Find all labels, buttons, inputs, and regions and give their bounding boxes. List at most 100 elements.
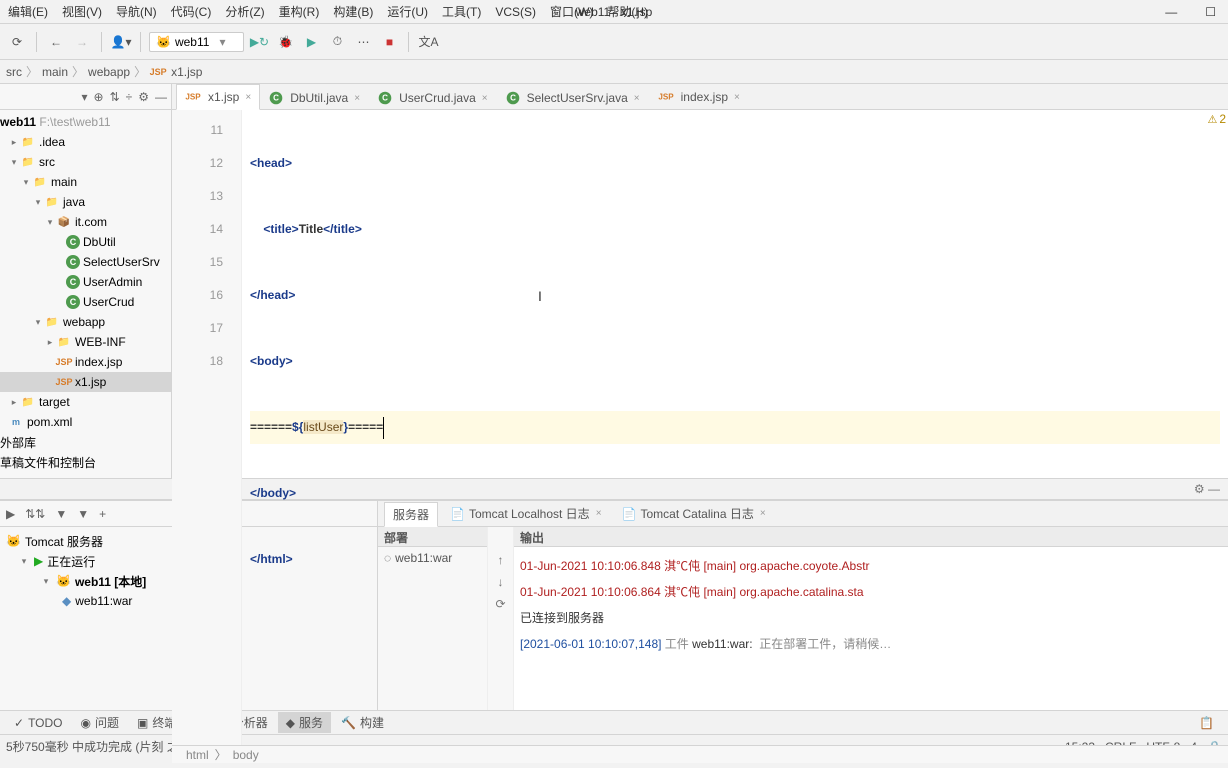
tab-usercrud[interactable]: CUserCrud.java× xyxy=(369,86,497,109)
tab-x1jsp[interactable]: JSPx1.jsp× xyxy=(176,84,260,110)
class-icon: C xyxy=(379,92,392,105)
toolbar: ⟳ ← → 👤▾ 🐱 web11 ▾ ▶↻ 🐞 ▶ ⏱ ⋯ ■ 文A xyxy=(0,24,1228,60)
add-config-icon[interactable]: 👤▾ xyxy=(110,31,132,53)
jsp-icon: JSP xyxy=(150,64,166,80)
gutter: 11121314 15161718 xyxy=(172,110,242,745)
tree-indexjsp[interactable]: index.jsp xyxy=(75,355,122,369)
close-icon[interactable]: × xyxy=(354,93,360,104)
forward-icon[interactable]: → xyxy=(71,31,93,53)
project-dropdown-icon[interactable]: ▾ xyxy=(81,90,87,104)
menu-edit[interactable]: 编辑(E) xyxy=(4,1,52,22)
class-icon: C xyxy=(66,295,80,309)
folder-icon: 📁 xyxy=(20,134,36,150)
close-icon[interactable]: × xyxy=(245,92,251,103)
menu-refactor[interactable]: 重构(R) xyxy=(275,1,324,22)
run-icon[interactable]: ▶↻ xyxy=(248,31,270,53)
coverage-icon[interactable]: ▶ xyxy=(300,31,322,53)
tree-webapp[interactable]: webapp xyxy=(63,315,105,329)
tree-main[interactable]: main xyxy=(51,175,77,189)
code-area[interactable]: 11121314 15161718 <head> <title>Title</t… xyxy=(172,110,1228,745)
profile-icon[interactable]: ⏱ xyxy=(326,31,348,53)
menu-tools[interactable]: 工具(T) xyxy=(438,1,485,22)
menu-build[interactable]: 构建(B) xyxy=(329,1,377,22)
class-icon: C xyxy=(66,255,80,269)
hide-icon[interactable]: — xyxy=(155,90,167,104)
tree-useradmin[interactable]: UserAdmin xyxy=(83,275,142,289)
class-icon: C xyxy=(66,235,80,249)
project-tree[interactable]: web11 F:\test\web11 ▸📁.idea ▾📁src ▾📁main… xyxy=(0,110,171,478)
add-icon[interactable]: + xyxy=(99,507,106,521)
tree-extlib[interactable]: 外部库 xyxy=(0,434,36,451)
collapse-icon[interactable]: ÷ xyxy=(126,90,133,104)
filter-icon[interactable]: ⇅⇅ xyxy=(25,507,45,521)
crumb-src[interactable]: src xyxy=(6,65,22,79)
class-icon: C xyxy=(66,275,80,289)
crumb-file[interactable]: x1.jsp xyxy=(171,65,202,79)
run-config-selector[interactable]: 🐱 web11 ▾ xyxy=(149,32,244,52)
jsp-icon: JSP xyxy=(186,90,200,104)
tree-usercrud[interactable]: UserCrud xyxy=(83,295,134,309)
tree-root-path: F:\test\web11 xyxy=(39,115,110,129)
class-icon: C xyxy=(506,92,519,105)
run-artifact[interactable]: web11:war xyxy=(75,594,132,608)
translate-icon[interactable]: 文A xyxy=(417,31,439,53)
close-icon[interactable]: × xyxy=(734,92,740,103)
menu-run[interactable]: 运行(U) xyxy=(383,1,432,22)
crumb-main[interactable]: main xyxy=(42,65,68,79)
run-status[interactable]: 正在运行 xyxy=(47,553,95,570)
tab-issues[interactable]: ◉问题 xyxy=(73,712,128,733)
run-web11[interactable]: web11 [本地] xyxy=(75,573,146,590)
tree-pkg[interactable]: it.com xyxy=(75,215,107,229)
run-tomcat-label[interactable]: Tomcat 服务器 xyxy=(25,533,103,550)
folder-icon: 📁 xyxy=(56,334,72,350)
crumb-webapp[interactable]: webapp xyxy=(88,65,130,79)
tree-view-icon[interactable]: ▼ xyxy=(55,507,67,521)
filter2-icon[interactable]: ▼ xyxy=(77,507,89,521)
folder-icon: 📁 xyxy=(32,174,48,190)
back-icon[interactable]: ← xyxy=(45,31,67,53)
artifact-icon: ◆ xyxy=(62,594,71,608)
tree-console[interactable]: 草稿文件和控制台 xyxy=(0,454,96,471)
tree-target[interactable]: target xyxy=(39,395,70,409)
debug-icon[interactable]: 🐞 xyxy=(274,31,296,53)
menu-analyze[interactable]: 分析(Z) xyxy=(221,1,268,22)
tab-selectusersrv[interactable]: CSelectUserSrv.java× xyxy=(497,86,649,109)
tree-pomxml[interactable]: pom.xml xyxy=(27,415,72,429)
close-icon[interactable]: × xyxy=(482,93,488,104)
tree-java[interactable]: java xyxy=(63,195,85,209)
menu-navigate[interactable]: 导航(N) xyxy=(112,1,161,22)
menu-code[interactable]: 代码(C) xyxy=(167,1,216,22)
rerun-icon[interactable]: ▶ xyxy=(6,507,15,521)
tree-selectusersrv[interactable]: SelectUserSrv xyxy=(83,255,160,269)
structure-breadcrumb[interactable]: html〉body xyxy=(172,745,1228,763)
tree-x1jsp[interactable]: x1.jsp xyxy=(75,375,106,389)
code-text[interactable]: <head> <title>Title</title> </head> <bod… xyxy=(242,110,1228,745)
todo-icon: ✓ xyxy=(14,716,24,730)
tree-idea[interactable]: .idea xyxy=(39,135,65,149)
stop-icon[interactable]: ■ xyxy=(378,31,400,53)
folder-icon: 📁 xyxy=(20,154,36,170)
attach-icon[interactable]: ⋯ xyxy=(352,31,374,53)
tomcat-icon: 🐱 xyxy=(156,35,171,49)
class-icon: C xyxy=(270,92,283,105)
tab-dbutil[interactable]: CDbUtil.java× xyxy=(260,86,369,109)
maximize-icon[interactable]: ☐ xyxy=(1201,3,1220,21)
tree-dbutil[interactable]: DbUtil xyxy=(83,235,116,249)
package-icon: 📦 xyxy=(56,214,72,230)
minimize-icon[interactable]: — xyxy=(1161,3,1181,21)
close-icon[interactable]: × xyxy=(634,93,640,104)
expand-icon[interactable]: ⇅ xyxy=(110,90,120,104)
tree-root-label[interactable]: web11 xyxy=(0,115,36,129)
jsp-icon: JSP xyxy=(56,354,72,370)
sync-icon[interactable]: ⟳ xyxy=(6,31,28,53)
menu-bar: 编辑(E) 视图(V) 导航(N) 代码(C) 分析(Z) 重构(R) 构建(B… xyxy=(0,0,1228,24)
menu-vcs[interactable]: VCS(S) xyxy=(491,3,540,21)
tree-webinf[interactable]: WEB-INF xyxy=(75,335,126,349)
menu-view[interactable]: 视图(V) xyxy=(58,1,106,22)
tree-src[interactable]: src xyxy=(39,155,55,169)
select-opened-icon[interactable]: ⊕ xyxy=(94,90,104,104)
tomcat-icon: 🐱 xyxy=(6,534,21,548)
settings-icon[interactable]: ⚙ xyxy=(138,90,149,104)
tab-indexjsp[interactable]: JSPindex.jsp× xyxy=(649,84,749,109)
tab-todo[interactable]: ✓TODO xyxy=(6,714,71,732)
